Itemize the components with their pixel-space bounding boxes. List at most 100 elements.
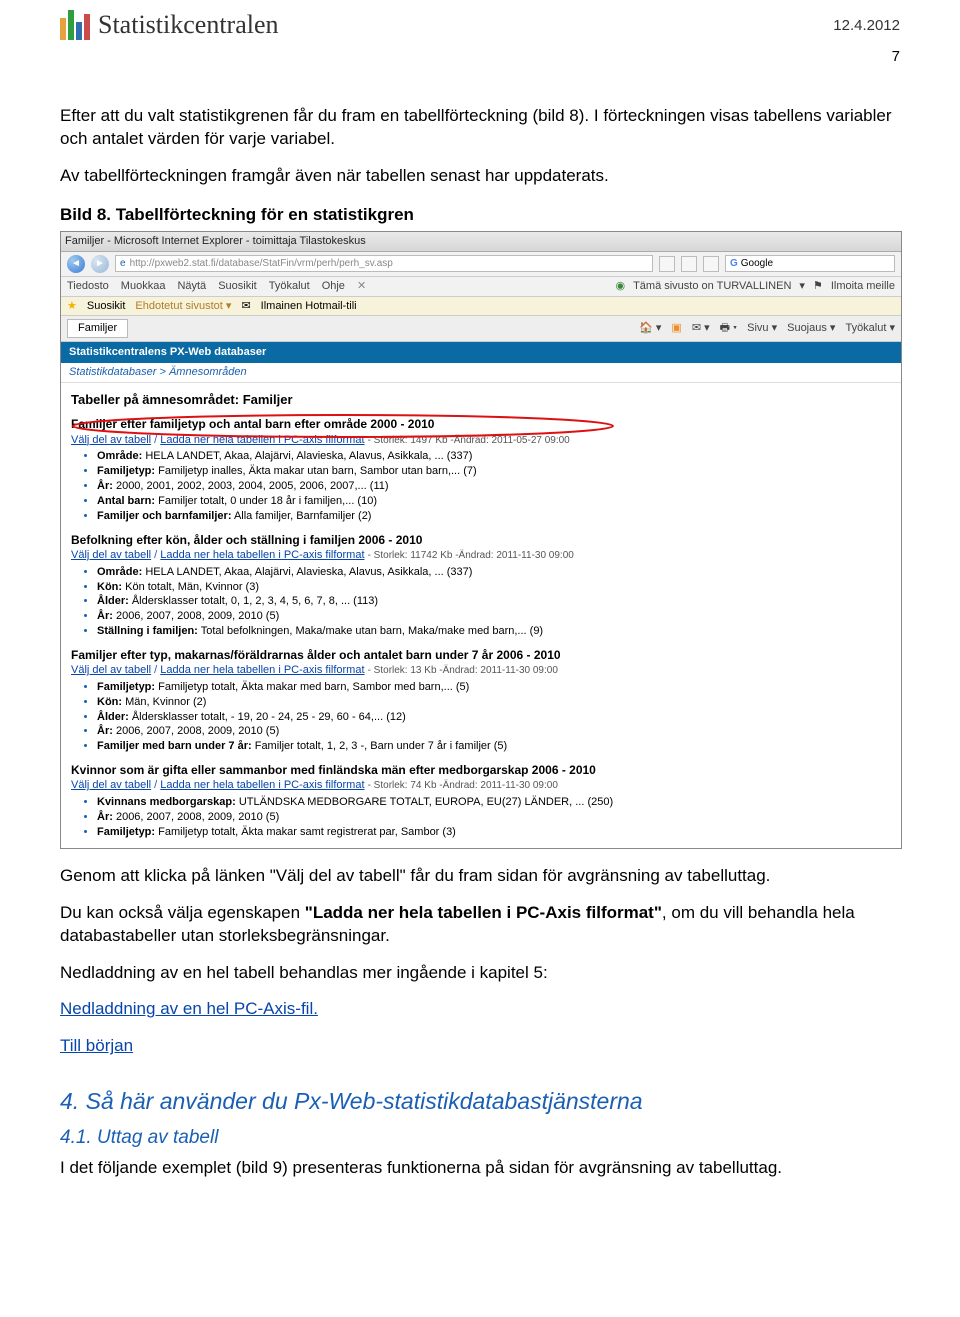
home-icon[interactable]: 🏠 ▾ bbox=[639, 321, 661, 336]
list-item: Kön: Kön totalt, Män, Kvinnor (3) bbox=[97, 580, 891, 595]
group-3: Familjer efter typ, makarnas/föräldrarna… bbox=[71, 647, 891, 754]
group2-meta: - Storlek: 11742 Kb -Ändrad: 2011-11-30 … bbox=[368, 550, 574, 561]
url-field[interactable]: e http://pxweb2.stat.fi/database/StatFin… bbox=[115, 255, 653, 273]
link-ladda-4[interactable]: Ladda ner hela tabellen i PC-axis filfor… bbox=[160, 779, 364, 791]
group1-links: Välj del av tabell / Ladda ner hela tabe… bbox=[71, 433, 891, 448]
list-item: Antal barn: Familjer totalt, 0 under 18 … bbox=[97, 494, 891, 509]
group1-title: Familjer efter familjetyp och antal barn… bbox=[71, 416, 891, 432]
list-item: År: 2006, 2007, 2008, 2009, 2010 (5) bbox=[97, 724, 891, 739]
stop-icon[interactable] bbox=[681, 256, 697, 272]
ie-address-bar: ◄ ► e http://pxweb2.stat.fi/database/Sta… bbox=[61, 252, 901, 277]
list-item: Ålder: Åldersklasser totalt, 0, 1, 2, 3,… bbox=[97, 594, 891, 609]
feed-icon[interactable]: ▣ bbox=[671, 321, 681, 336]
group4-bullets: Kvinnans medborgarskap: UTLÄNDSKA MEDBOR… bbox=[97, 795, 891, 840]
section-4-1-heading: 4.1. Uttag av tabell bbox=[60, 1127, 900, 1149]
page-number: 7 bbox=[60, 48, 900, 65]
report-link[interactable]: Ilmoita meille bbox=[831, 279, 895, 294]
fav-item-2[interactable]: Ilmainen Hotmail-tili bbox=[261, 299, 357, 314]
list-item: Familjetyp: Familjetyp totalt, Äkta maka… bbox=[97, 680, 891, 695]
group4-title: Kvinnor som är gifta eller sammanbor med… bbox=[71, 762, 891, 778]
pxweb-content: Tabeller på ämnesområdet: Familjer Famil… bbox=[61, 383, 901, 848]
group4-links: Välj del av tabell / Ladda ner hela tabe… bbox=[71, 778, 891, 793]
mail2-icon[interactable]: ✉ ▾ bbox=[692, 321, 710, 336]
flag-icon: ⚑ bbox=[813, 279, 823, 294]
menu-edit[interactable]: Muokkaa bbox=[121, 279, 166, 294]
search-text: Google bbox=[741, 257, 773, 271]
dropdown-icon[interactable] bbox=[703, 256, 719, 272]
page-title: Tabeller på ämnesområdet: Familjer bbox=[71, 391, 891, 409]
link-valj-1[interactable]: Välj del av tabell bbox=[71, 434, 151, 446]
link-ladda-1[interactable]: Ladda ner hela tabellen i PC-axis filfor… bbox=[160, 434, 364, 446]
refresh-icon[interactable] bbox=[659, 256, 675, 272]
ie-title-bar: Familjer - Microsoft Internet Explorer -… bbox=[61, 232, 901, 252]
group-1: Familjer efter familjetyp och antal barn… bbox=[71, 416, 891, 523]
close-x-icon[interactable]: ✕ bbox=[357, 279, 366, 294]
link-ladda-2[interactable]: Ladda ner hela tabellen i PC-axis filfor… bbox=[160, 549, 364, 561]
breadcrumb[interactable]: Statistikdatabaser > Ämnesområden bbox=[61, 363, 901, 383]
list-item: Kön: Män, Kvinnor (2) bbox=[97, 695, 891, 710]
ie-menubar: Tiedosto Muokkaa Näytä Suosikit Työkalut… bbox=[61, 277, 901, 297]
list-item: Familjetyp: Familjetyp inalles, Äkta mak… bbox=[97, 464, 891, 479]
fav-label: Suosikit bbox=[87, 299, 126, 314]
screenshot-container: Familjer - Microsoft Internet Explorer -… bbox=[60, 231, 902, 849]
sect-p: I det följande exemplet (bild 9) present… bbox=[60, 1157, 900, 1180]
mail-icon: ✉ bbox=[241, 299, 250, 314]
group2-title: Befolkning efter kön, ålder och ställnin… bbox=[71, 532, 891, 548]
group4-meta: - Storlek: 74 Kb -Ändrad: 2011-11-30 09:… bbox=[368, 780, 558, 791]
menu-favorites[interactable]: Suosikit bbox=[218, 279, 257, 294]
list-item: Kvinnans medborgarskap: UTLÄNDSKA MEDBOR… bbox=[97, 795, 891, 810]
print-icon[interactable]: 🖶 ▾ bbox=[720, 321, 738, 336]
list-item: År: 2000, 2001, 2002, 2003, 2004, 2005, … bbox=[97, 479, 891, 494]
list-item: Familjetyp: Familjetyp totalt, Äkta maka… bbox=[97, 825, 891, 840]
brand-logo: Statistikcentralen bbox=[60, 10, 279, 40]
intro-p2: Av tabellförteckningen framgår även när … bbox=[60, 165, 900, 188]
after-p1: Genom att klicka på länken "Välj del av … bbox=[60, 865, 900, 888]
search-field[interactable]: G Google bbox=[725, 255, 895, 273]
tab-familjer[interactable]: Familjer bbox=[67, 319, 128, 338]
pxweb-title-bar: Statistikcentralens PX-Web databaser bbox=[61, 342, 901, 363]
link-valj-2[interactable]: Välj del av tabell bbox=[71, 549, 151, 561]
list-item: Familjer med barn under 7 år: Familjer t… bbox=[97, 739, 891, 754]
fav-item-1[interactable]: Ehdotetut sivustot ▾ bbox=[135, 299, 231, 314]
link-top[interactable]: Till början bbox=[60, 1035, 900, 1058]
link-ladda-3[interactable]: Ladda ner hela tabellen i PC-axis filfor… bbox=[160, 664, 364, 676]
list-item: Område: HELA LANDET, Akaa, Alajärvi, Ala… bbox=[97, 565, 891, 580]
tool-safety[interactable]: Suojaus ▾ bbox=[787, 321, 835, 336]
doc-date: 12.4.2012 bbox=[833, 17, 900, 34]
chevron-down-icon[interactable]: ▾ bbox=[799, 279, 805, 294]
menu-tools[interactable]: Työkalut bbox=[269, 279, 310, 294]
shield-icon: ◉ bbox=[615, 279, 625, 294]
group3-bullets: Familjetyp: Familjetyp totalt, Äkta maka… bbox=[97, 680, 891, 754]
google-icon: G bbox=[730, 257, 738, 271]
back-icon[interactable]: ◄ bbox=[67, 255, 85, 273]
url-text: http://pxweb2.stat.fi/database/StatFin/v… bbox=[130, 257, 393, 271]
group3-links: Välj del av tabell / Ladda ner hela tabe… bbox=[71, 663, 891, 678]
menu-view[interactable]: Näytä bbox=[177, 279, 206, 294]
list-item: Ställning i familjen: Total befolkningen… bbox=[97, 624, 891, 639]
section-4-heading: 4. Så här använder du Px-Web-statistikda… bbox=[60, 1088, 900, 1115]
tool-tools[interactable]: Työkalut ▾ bbox=[845, 321, 895, 336]
group-4: Kvinnor som är gifta eller sammanbor med… bbox=[71, 762, 891, 840]
menu-help[interactable]: Ohje bbox=[322, 279, 345, 294]
group2-bullets: Område: HELA LANDET, Akaa, Alajärvi, Ala… bbox=[97, 565, 891, 639]
link-valj-3[interactable]: Välj del av tabell bbox=[71, 664, 151, 676]
list-item: År: 2006, 2007, 2008, 2009, 2010 (5) bbox=[97, 810, 891, 825]
safety-label: Tämä sivusto on TURVALLINEN bbox=[633, 279, 791, 294]
menu-file[interactable]: Tiedosto bbox=[67, 279, 109, 294]
forward-icon[interactable]: ► bbox=[91, 255, 109, 273]
group3-title: Familjer efter typ, makarnas/föräldrarna… bbox=[71, 647, 891, 663]
doc-header: Statistikcentralen 12.4.2012 bbox=[60, 10, 900, 40]
group-2: Befolkning efter kön, ålder och ställnin… bbox=[71, 532, 891, 639]
tool-page[interactable]: Sivu ▾ bbox=[747, 321, 777, 336]
list-item: År: 2006, 2007, 2008, 2009, 2010 (5) bbox=[97, 609, 891, 624]
logo-bars-icon bbox=[60, 10, 90, 40]
ie-logo-icon: e bbox=[120, 257, 126, 271]
list-item: Område: HELA LANDET, Akaa, Alajärvi, Ala… bbox=[97, 449, 891, 464]
ie-tab-bar: Familjer 🏠 ▾ ▣ ✉ ▾ 🖶 ▾ Sivu ▾ Suojaus ▾ … bbox=[61, 316, 901, 342]
link-download[interactable]: Nedladdning av en hel PC-Axis-fil. bbox=[60, 998, 900, 1021]
group1-meta: - Storlek: 1497 Kb -Ändrad: 2011-05-27 0… bbox=[368, 435, 570, 446]
group3-meta: - Storlek: 13 Kb -Ändrad: 2011-11-30 09:… bbox=[368, 665, 558, 676]
group1-bullets: Område: HELA LANDET, Akaa, Alajärvi, Ala… bbox=[97, 449, 891, 523]
link-valj-4[interactable]: Välj del av tabell bbox=[71, 779, 151, 791]
brand-text: Statistikcentralen bbox=[98, 10, 279, 40]
